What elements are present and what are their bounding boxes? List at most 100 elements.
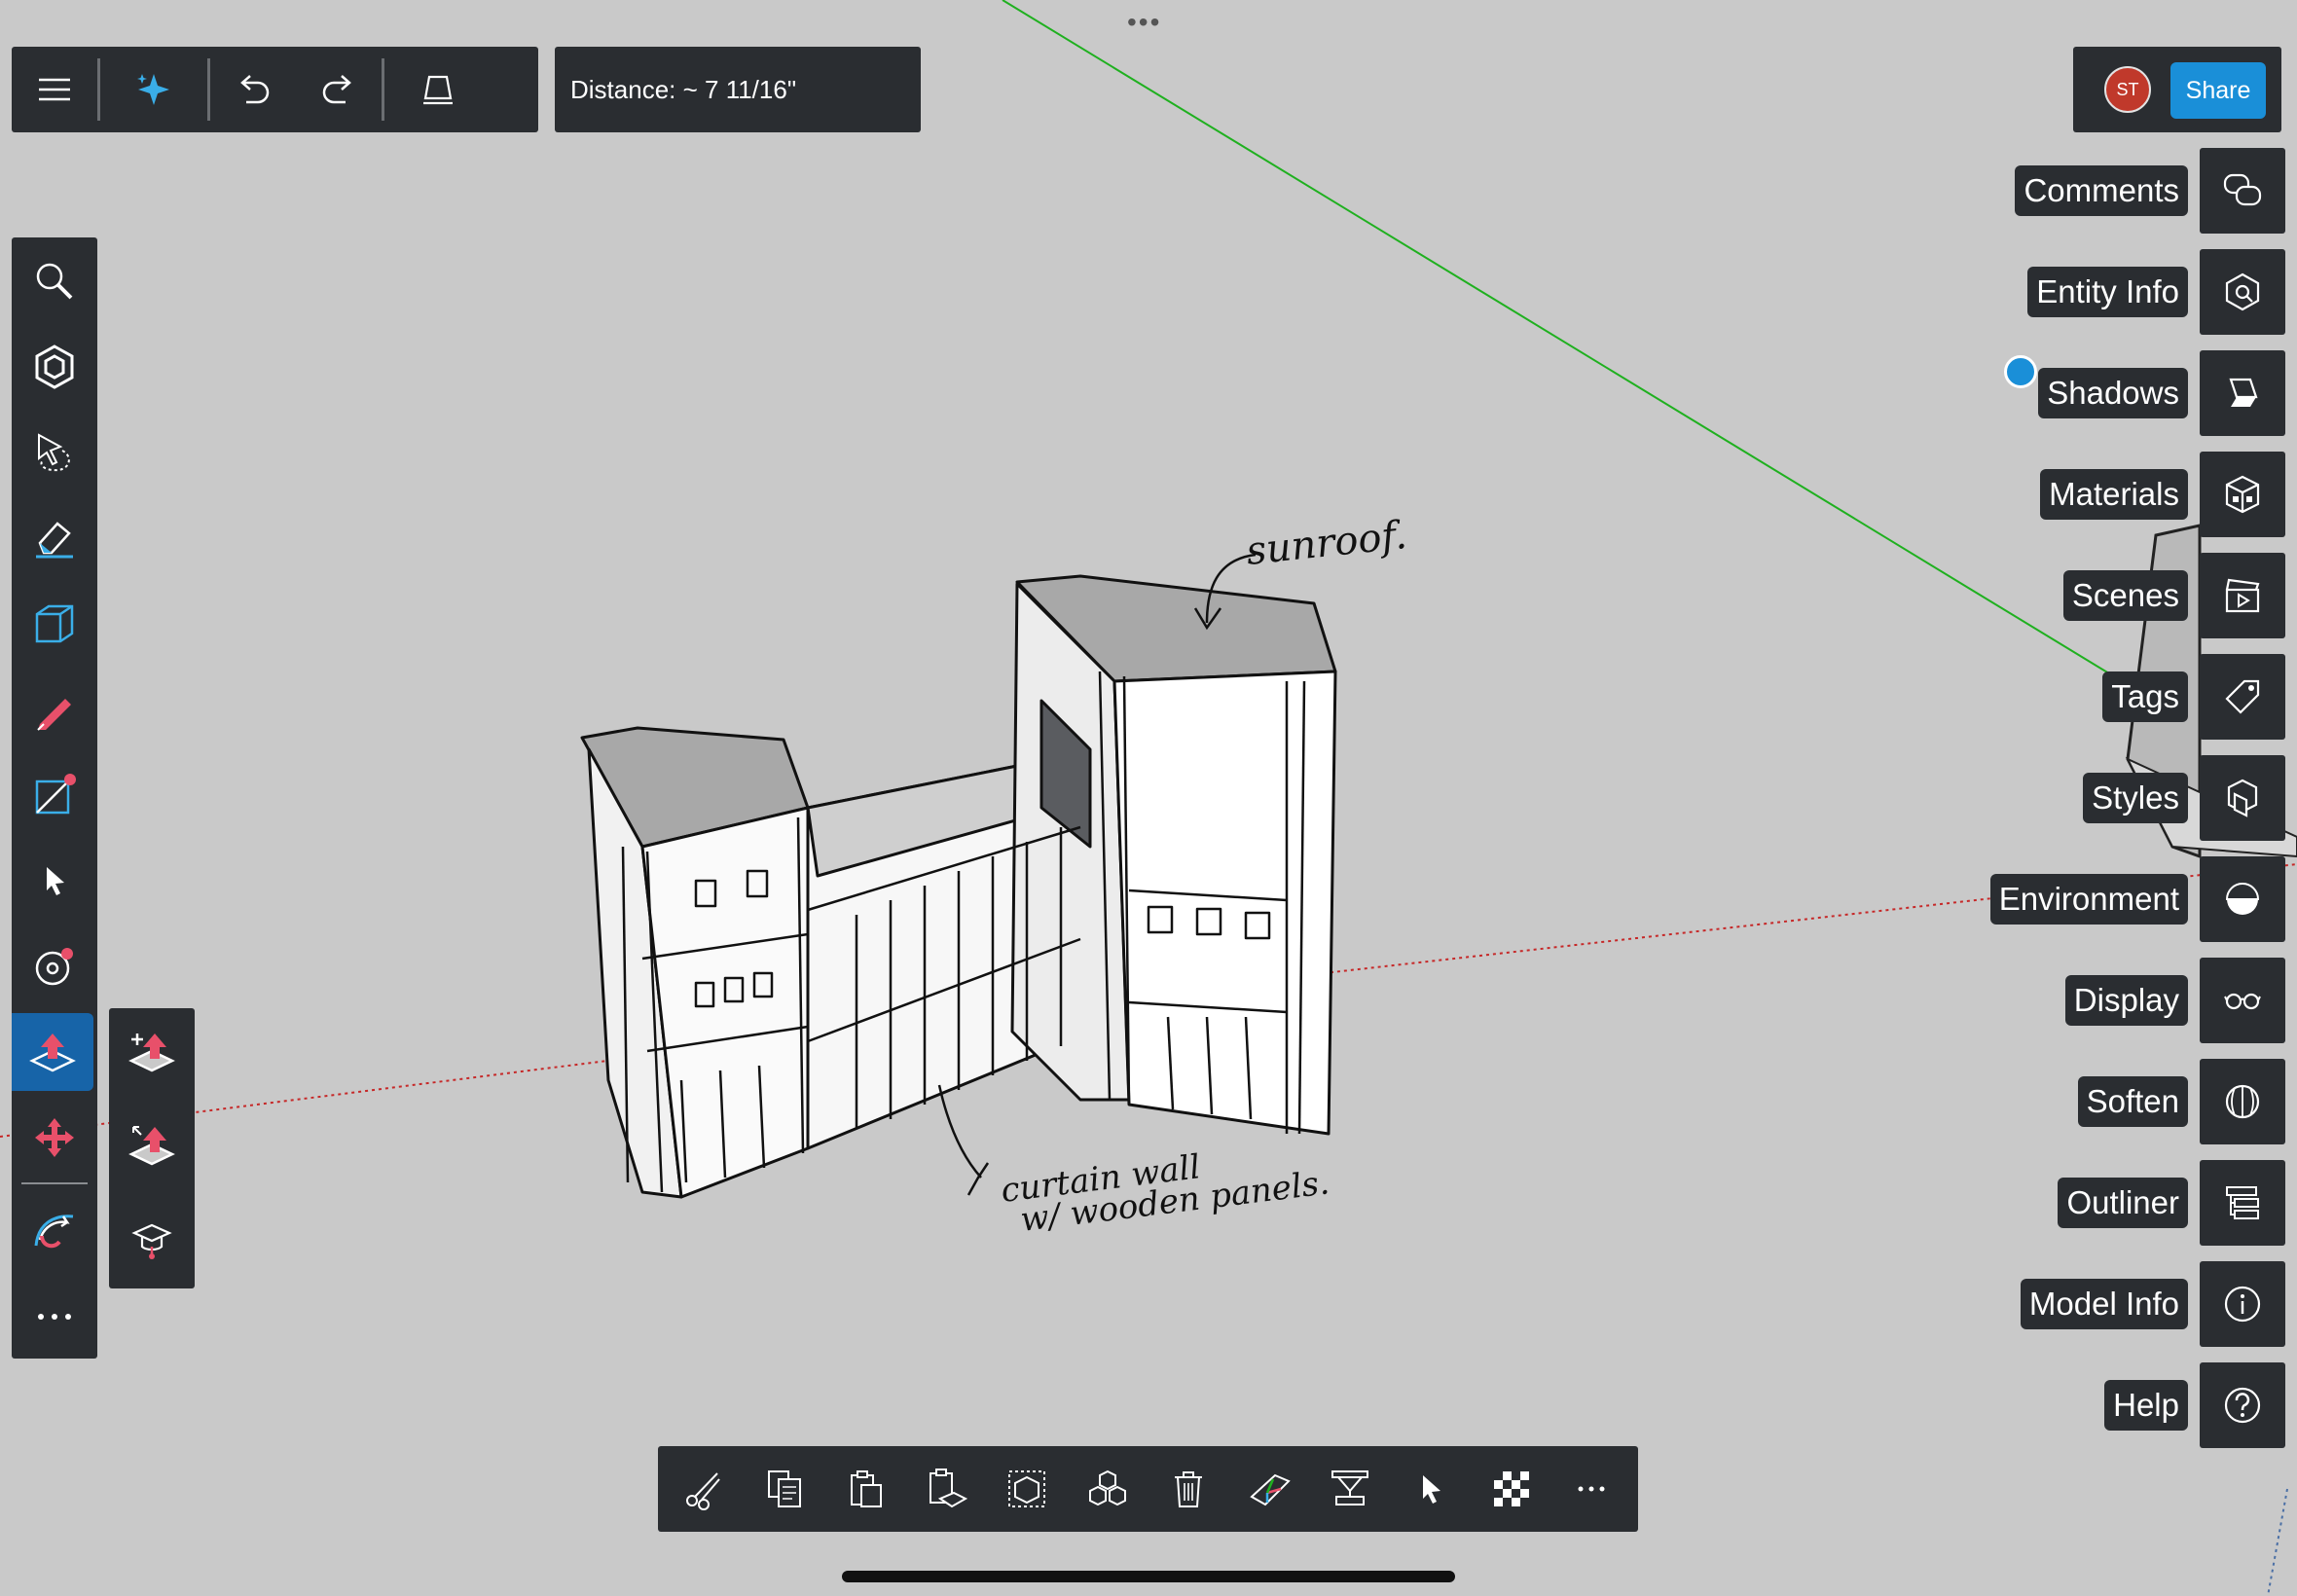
lasso-icon	[38, 433, 70, 472]
scissors-icon	[686, 1472, 721, 1510]
panel-tab-outliner[interactable]: Outliner	[2058, 1160, 2285, 1246]
building-sketch	[580, 574, 1337, 1199]
shadows-icon	[2229, 378, 2258, 407]
x-ray-button[interactable]	[1480, 1458, 1543, 1520]
section-plane-icon	[35, 604, 74, 643]
follow-me-icon	[34, 1215, 74, 1249]
view-button[interactable]	[384, 47, 492, 132]
copy-button[interactable]	[753, 1458, 816, 1520]
tutorial-button[interactable]	[109, 1195, 195, 1283]
panel-label: Outliner	[2058, 1178, 2188, 1228]
panel-tab-model-info[interactable]: Model Info	[2020, 1261, 2285, 1347]
hamburger-icon	[39, 78, 70, 101]
panel-label: Shadows	[2038, 368, 2188, 418]
tags-icon	[2225, 679, 2260, 714]
delete-button[interactable]	[1157, 1458, 1220, 1520]
ai-assistant-button[interactable]	[100, 47, 207, 132]
model-viewport[interactable]: sunroof. curtain wall w/ wooden panels.	[0, 0, 2297, 1596]
panel-tab-styles[interactable]: Styles	[2083, 755, 2285, 841]
redo-icon	[322, 75, 351, 104]
pencil-icon	[37, 699, 71, 731]
clipboard-icon	[851, 1470, 883, 1507]
follow-me-tool-button[interactable]	[12, 1192, 97, 1270]
section-plane-button[interactable]	[1319, 1458, 1381, 1520]
blue-axis	[2267, 1488, 2288, 1596]
arrow-cursor-icon	[47, 867, 64, 895]
redo-button[interactable]	[296, 47, 382, 132]
move-arrows-icon	[35, 1118, 74, 1157]
panel-tab-display[interactable]: Display	[2064, 958, 2285, 1043]
undo-icon	[240, 75, 270, 104]
account-panel: ST Share	[2073, 47, 2281, 132]
scenes-icon	[2225, 578, 2260, 613]
panel-tab-scenes[interactable]: Scenes	[2062, 553, 2285, 638]
eraser-tool-button[interactable]	[12, 499, 97, 577]
panel-label: Entity Info	[2027, 267, 2188, 317]
make-component-button[interactable]	[1076, 1458, 1139, 1520]
panel-tab-soften[interactable]: Soften	[2077, 1059, 2285, 1144]
orbit-tool-button[interactable]	[12, 927, 97, 1005]
green-axis	[1002, 0, 2123, 682]
push-pull-flyout	[109, 1008, 195, 1288]
move-tool-button[interactable]	[12, 1099, 97, 1177]
section-tool-button[interactable]	[12, 585, 97, 663]
panel-tab-tags[interactable]: Tags	[2102, 654, 2285, 740]
more-actions-button[interactable]	[1560, 1458, 1622, 1520]
paste-button[interactable]	[834, 1458, 896, 1520]
panel-tab-help[interactable]: Help	[2104, 1362, 2285, 1448]
orbit-icon	[35, 948, 73, 986]
components-tool-button[interactable]	[12, 328, 97, 406]
avatar[interactable]: ST	[2104, 66, 2151, 113]
lasso-select-button[interactable]	[12, 414, 97, 491]
component-hex-icon	[35, 345, 74, 389]
push-pull-tool-button[interactable]	[12, 1013, 93, 1091]
panel-label: Materials	[2040, 469, 2188, 520]
push-pull-plus-icon	[128, 1034, 175, 1072]
panel-tab-materials[interactable]: Materials	[2040, 452, 2285, 537]
perspective-icon	[423, 75, 453, 105]
push-pull-stretch-icon	[128, 1126, 175, 1166]
distance-label: Distance: ~ 7 11/16"	[570, 74, 797, 104]
menu-button[interactable]	[12, 47, 97, 132]
panel-tab-comments[interactable]: Comments	[2015, 148, 2285, 234]
panel-label: Model Info	[2020, 1279, 2188, 1329]
copy-icon	[768, 1470, 802, 1507]
styles-icon	[2227, 779, 2258, 817]
eraser-icon	[36, 522, 73, 559]
make-group-button[interactable]	[996, 1458, 1058, 1520]
shape-tool-button[interactable]	[12, 756, 97, 834]
checkerboard-icon	[1493, 1471, 1529, 1506]
group-icon	[1008, 1470, 1046, 1507]
axes-button[interactable]	[1238, 1458, 1300, 1520]
panel-label: Soften	[2077, 1076, 2188, 1127]
search-tool-button[interactable]	[12, 242, 97, 320]
home-indicator[interactable]	[842, 1571, 1455, 1582]
left-toolbar	[12, 237, 97, 1359]
undo-button[interactable]	[210, 47, 296, 132]
paste-in-place-button[interactable]	[915, 1458, 977, 1520]
select-tool-button[interactable]	[12, 842, 97, 920]
entity-info-icon	[2225, 272, 2260, 311]
cut-button[interactable]	[673, 1458, 735, 1520]
push-pull-stretch-button[interactable]	[109, 1102, 195, 1189]
more-handle[interactable]: •••	[1127, 9, 1161, 36]
paste-in-place-icon	[930, 1469, 968, 1508]
push-pull-new-face-button[interactable]	[109, 1008, 195, 1096]
measurement-box[interactable]: Distance: ~ 7 11/16"	[555, 47, 921, 132]
ellipsis-icon	[1578, 1486, 1605, 1492]
select-button[interactable]	[1400, 1458, 1462, 1520]
component-icon	[1088, 1469, 1126, 1506]
panel-label: Styles	[2083, 773, 2188, 823]
ellipsis-icon	[38, 1314, 71, 1320]
pencil-tool-button[interactable]	[12, 671, 97, 748]
panel-label: Scenes	[2062, 570, 2188, 621]
comments-icon	[2223, 173, 2262, 206]
panel-tab-entity-info[interactable]: Entity Info	[2027, 249, 2285, 335]
panel-tab-shadows[interactable]: Shadows	[2038, 350, 2285, 436]
share-button[interactable]: Share	[2170, 62, 2266, 119]
panel-tab-environment[interactable]: Environment	[1989, 856, 2285, 942]
search-icon	[36, 263, 73, 300]
more-tools-button[interactable]	[12, 1278, 97, 1356]
panel-label: Tags	[2102, 671, 2188, 722]
outliner-icon	[2226, 1186, 2259, 1219]
